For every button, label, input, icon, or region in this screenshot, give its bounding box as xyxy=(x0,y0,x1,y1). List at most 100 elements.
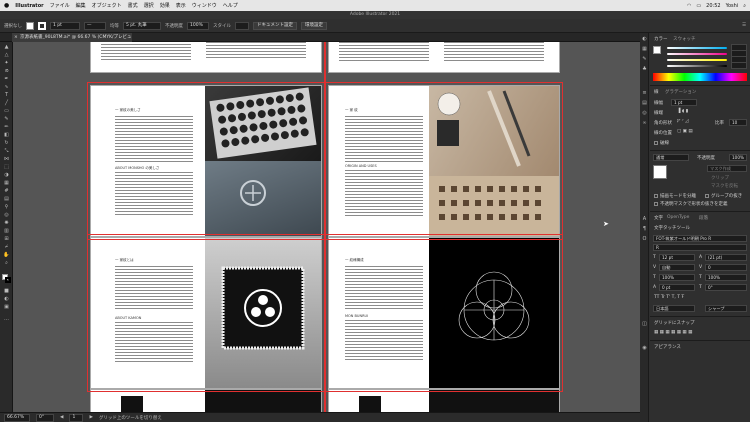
artboard-tool-icon[interactable]: ⊞ xyxy=(3,237,10,242)
battery-icon[interactable]: ▭ xyxy=(696,3,701,9)
direct-selection-tool-icon[interactable]: △ xyxy=(3,53,10,58)
transparency-opacity-field[interactable]: 100% xyxy=(729,154,747,161)
horizontal-scale-field[interactable]: 100% xyxy=(705,274,747,281)
line-tool-icon[interactable]: ╱ xyxy=(3,101,10,106)
character-panel-tab[interactable]: 文字 xyxy=(654,215,663,221)
leading-field[interactable]: (21 pt) xyxy=(705,254,747,261)
knockout-group-checkbox[interactable] xyxy=(705,194,709,198)
shape-builder-icon[interactable]: ◑ xyxy=(3,173,10,178)
slice-tool-icon[interactable]: ⌿ xyxy=(3,245,10,250)
dash-checkbox[interactable] xyxy=(654,141,658,145)
opentype-panel-icon[interactable]: O xyxy=(641,237,648,242)
close-tab-icon[interactable]: × xyxy=(14,33,18,42)
brush-dropdown[interactable]: 5 pt. 丸筆 xyxy=(123,21,161,30)
snap-panel-tab[interactable]: グリッドにスナップ xyxy=(654,320,695,326)
eyedropper-icon[interactable]: ⚲ xyxy=(3,205,10,210)
paragraph-panel-tab[interactable]: 段落 xyxy=(699,215,708,221)
color-panel-tab[interactable]: カラー xyxy=(654,36,668,42)
kerning-field[interactable]: 自動 xyxy=(659,264,695,271)
black-field[interactable] xyxy=(731,62,747,69)
cyan-slider[interactable] xyxy=(667,47,727,49)
brushes-panel-icon[interactable]: ✎ xyxy=(641,57,648,62)
artboard-top-left[interactable] xyxy=(90,42,322,73)
zoom-tool-icon[interactable]: ⌕ xyxy=(3,261,10,266)
color-panel-icon[interactable]: ◐ xyxy=(641,37,648,42)
vertical-scale-field[interactable]: 100% xyxy=(659,274,695,281)
symbol-sprayer-icon[interactable]: ✺ xyxy=(3,221,10,226)
artboard-field[interactable]: 1 xyxy=(69,413,84,422)
font-size-field[interactable]: 12 pt xyxy=(659,254,695,261)
perspective-grid-icon[interactable]: ▦ xyxy=(3,181,10,186)
antialias-dropdown[interactable]: シャープ xyxy=(705,305,747,312)
width-tool-icon[interactable]: ⋈ xyxy=(3,157,10,162)
artboard-3[interactable]: 一 家紋とは ABOUT KAMON xyxy=(90,237,322,389)
language-dropdown[interactable]: 日本語 xyxy=(653,305,695,312)
blend-tool-icon[interactable]: ◎ xyxy=(3,213,10,218)
links-panel-icon[interactable]: ∞ xyxy=(641,121,648,126)
appearance-panel-tab[interactable]: アピアランス xyxy=(654,344,681,350)
transparency-panel-icon[interactable]: ◎ xyxy=(641,111,648,116)
opacity-mask-checkbox[interactable] xyxy=(654,202,658,206)
wifi-icon[interactable]: ◠ xyxy=(687,3,691,9)
corner-miter-icon[interactable]: ◸ ◜ ◿ xyxy=(677,119,689,124)
canvas[interactable]: 一 家紋の美しさ ABOUT MONSHO の美しさ 一 家 紋 ORIGIN … xyxy=(13,42,640,412)
color-mode-icon[interactable]: ■ xyxy=(3,289,10,294)
next-artboard-icon[interactable]: ▶ xyxy=(89,415,92,420)
spotlight-icon[interactable]: ⌕ xyxy=(743,3,746,9)
artboard-bottom-right[interactable] xyxy=(328,389,560,412)
curvature-tool-icon[interactable]: ∿ xyxy=(3,85,10,90)
pen-tool-icon[interactable]: ✒ xyxy=(3,77,10,82)
touch-type-tool[interactable]: 文字タッチツール xyxy=(654,225,690,231)
eraser-icon[interactable]: ◧ xyxy=(3,133,10,138)
rotate-tool-icon[interactable]: ↻ xyxy=(3,141,10,146)
draw-mode-icon[interactable]: ◐ xyxy=(3,297,10,302)
stroke-color-icon[interactable] xyxy=(5,277,11,283)
scale-tool-icon[interactable]: ⤡ xyxy=(3,149,10,154)
invert-mask-option[interactable]: マスクを反転 xyxy=(711,183,738,189)
selection-tool-icon[interactable]: ▲ xyxy=(3,45,10,50)
opentype-panel-tab[interactable]: OpenType xyxy=(667,215,689,220)
menu-type[interactable]: 書式 xyxy=(128,2,138,9)
document-setup-button[interactable]: ドキュメント設定 xyxy=(253,21,297,30)
edit-toolbar-icon[interactable]: … xyxy=(3,317,10,322)
menu-window[interactable]: ウィンドウ xyxy=(192,2,217,9)
gradient-tool-icon[interactable]: ▤ xyxy=(3,197,10,202)
hand-tool-icon[interactable]: ✋ xyxy=(3,253,10,258)
limit-field[interactable]: 10 xyxy=(729,119,747,126)
menu-help[interactable]: ヘルプ xyxy=(223,2,238,9)
clip-option[interactable]: クリップ xyxy=(711,175,729,181)
free-transform-icon[interactable]: ⬚ xyxy=(3,165,10,170)
preferences-button[interactable]: 環境設定 xyxy=(301,21,327,30)
rectangle-tool-icon[interactable]: ▭ xyxy=(3,109,10,114)
variable-width-dropdown[interactable]: — xyxy=(84,21,106,30)
magic-wand-icon[interactable]: ✦ xyxy=(3,61,10,66)
menu-select[interactable]: 選択 xyxy=(144,2,154,9)
stroke-weight-field[interactable]: 1 pt xyxy=(50,21,80,30)
fill-swatch[interactable] xyxy=(26,21,34,30)
zoom-field[interactable]: 66.67% xyxy=(4,413,30,422)
graph-tool-icon[interactable]: ▥ xyxy=(3,229,10,234)
tracking-field[interactable]: 0 xyxy=(705,264,747,271)
user-name[interactable]: Yoshi xyxy=(726,3,739,9)
make-mask-button[interactable]: マスク作成 xyxy=(707,165,747,172)
menu-file[interactable]: ファイル xyxy=(50,2,70,9)
magenta-slider[interactable] xyxy=(667,53,727,55)
type-tool-icon[interactable]: T xyxy=(3,93,10,98)
prev-artboard-icon[interactable]: ◀ xyxy=(60,415,63,420)
stroke-swatch[interactable] xyxy=(38,21,46,30)
pencil-icon[interactable]: ✏ xyxy=(3,125,10,130)
text-style-buttons[interactable]: TT Tr T' T, T Ŧ xyxy=(654,295,684,300)
menu-app[interactable]: Illustrator xyxy=(15,3,43,9)
layers-panel-icon[interactable]: ◫ xyxy=(641,322,648,327)
stroke-panel-tab[interactable]: 線 xyxy=(654,89,659,95)
opacity-field[interactable]: 100% xyxy=(187,21,209,30)
lasso-icon[interactable]: ര xyxy=(3,69,10,74)
artboard-4[interactable]: 一 紋様構成 MON BUNRUI xyxy=(328,237,560,389)
char-rotate-field[interactable]: 0° xyxy=(705,284,747,291)
stroke-weight-field[interactable]: 1 pt xyxy=(671,99,697,106)
gradient-panel-icon[interactable]: ▤ xyxy=(641,101,648,106)
align-stroke-icon[interactable]: ▢ ▣ ▤ xyxy=(677,129,693,134)
snap-buttons[interactable]: ▦ ▦ ▦ ▦ ▦ ▦ ▦ xyxy=(654,330,692,335)
baseline-field[interactable]: 0 pt xyxy=(659,284,695,291)
document-tab[interactable]: × 京源表紙書_90L8TM.ai* @ 66.67 % (CMYK/プレビュー… xyxy=(12,33,132,49)
